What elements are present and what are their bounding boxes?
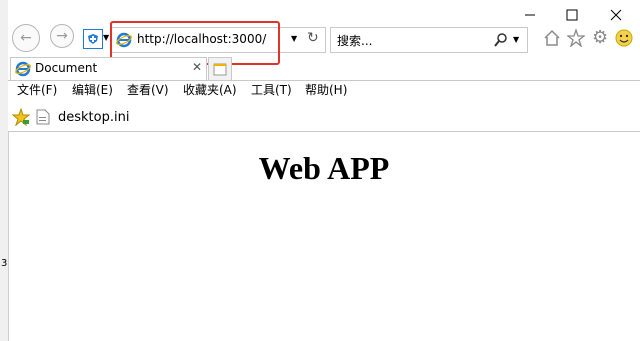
favorites-star-icon[interactable] [12, 108, 30, 126]
security-button[interactable] [83, 29, 103, 49]
shield-icon [88, 34, 98, 44]
edge-text: 3 [1, 258, 8, 269]
menu-tools[interactable]: 工具(T) [251, 81, 292, 99]
new-tab-icon [213, 63, 227, 76]
address-dropdown-icon[interactable]: ▼ [291, 34, 297, 43]
menu-favorites[interactable]: 收藏夹(A) [183, 81, 237, 99]
file-icon [36, 109, 50, 125]
tab-document[interactable]: Document ✕ [10, 57, 207, 80]
menu-file[interactable]: 文件(F) [17, 81, 57, 99]
favorite-item[interactable]: desktop.ini [36, 108, 129, 126]
minimize-button[interactable] [508, 2, 552, 28]
forward-icon: → [56, 28, 68, 44]
content-divider [8, 131, 640, 132]
search-dropdown-icon[interactable]: ▼ [513, 35, 519, 44]
maximize-icon [566, 9, 578, 21]
tab-title: Document [35, 61, 98, 75]
new-tab-button[interactable] [208, 57, 232, 80]
search-icon[interactable] [493, 32, 509, 48]
menu-view[interactable]: 查看(V) [127, 81, 169, 99]
favorite-item-label: desktop.ini [58, 109, 130, 125]
close-icon [610, 9, 622, 21]
maximize-button[interactable] [550, 2, 594, 28]
tab-close-icon[interactable]: ✕ [192, 60, 202, 74]
smiley-icon[interactable] [615, 29, 633, 47]
search-input[interactable]: 搜索... [337, 32, 372, 49]
back-icon: ← [20, 30, 32, 46]
gear-icon[interactable]: ⚙ [592, 27, 608, 48]
menu-edit[interactable]: 编辑(E) [72, 81, 113, 99]
back-button[interactable]: ← [12, 24, 40, 52]
minimize-icon [525, 14, 535, 16]
page-heading: Web APP [258, 150, 390, 186]
refresh-icon[interactable]: ↻ [307, 30, 319, 46]
ie-logo-icon [15, 61, 31, 77]
home-icon[interactable] [543, 29, 561, 47]
search-box[interactable]: 搜索... ▼ [330, 27, 528, 53]
star-icon[interactable] [567, 29, 585, 47]
forward-button[interactable]: → [50, 24, 74, 48]
close-button[interactable] [594, 2, 638, 28]
security-dropdown-icon[interactable]: ▼ [103, 33, 109, 42]
menu-help[interactable]: 帮助(H) [305, 81, 347, 99]
